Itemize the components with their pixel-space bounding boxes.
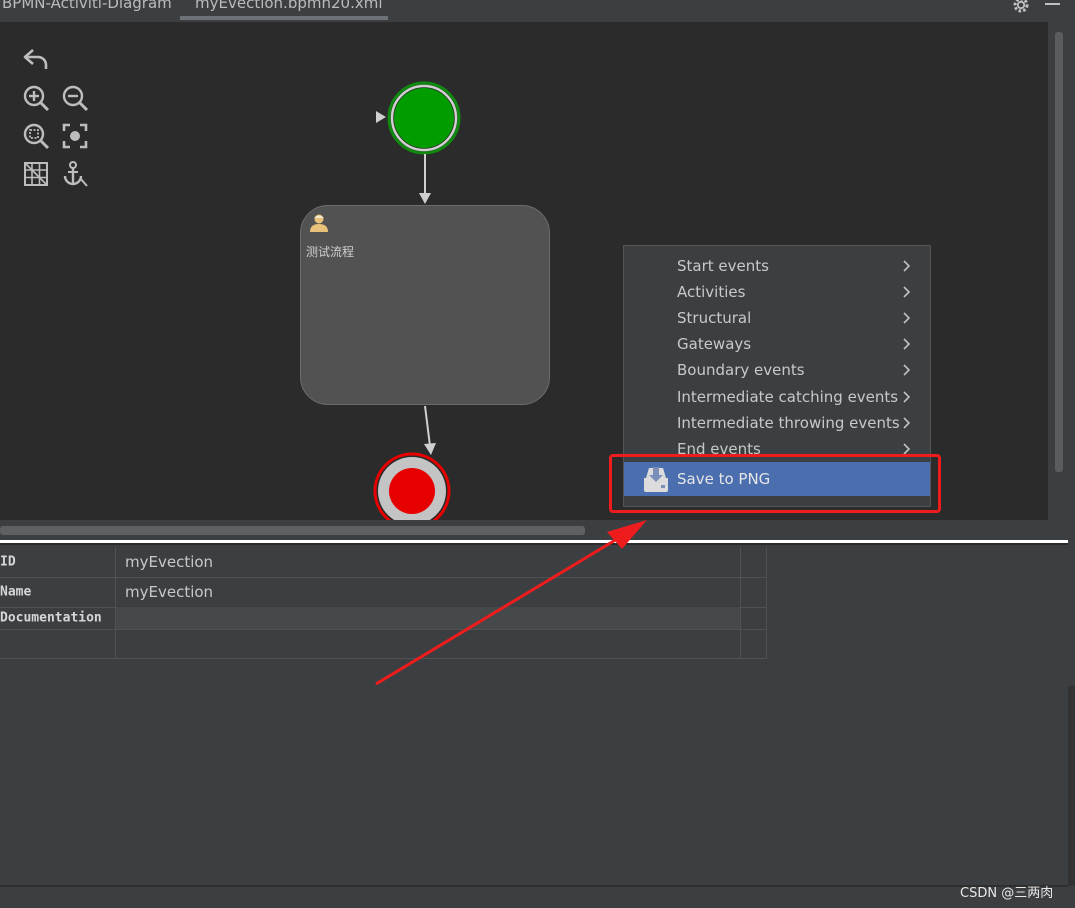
property-key: ID xyxy=(0,547,116,577)
tab-bpmn-activiti-diagram[interactable]: BPMN-Activiti-Diagram xyxy=(2,0,172,12)
table-row: ID myEvection xyxy=(0,547,767,578)
chevron-right-icon xyxy=(903,364,911,376)
start-marker xyxy=(376,111,386,123)
vertical-scroll-thumb[interactable] xyxy=(1055,32,1063,472)
menu-item-boundary-events[interactable]: Boundary events xyxy=(624,357,930,383)
tab-myevection-xml[interactable]: myEvection.bpmn20.xml xyxy=(195,0,383,12)
end-event xyxy=(389,468,435,514)
chevron-right-icon xyxy=(903,312,911,324)
chevron-right-icon xyxy=(903,391,911,403)
chevron-right-icon xyxy=(903,417,911,429)
sequence-flow-2-arrow xyxy=(424,443,436,455)
start-event xyxy=(394,88,454,148)
chevron-right-icon xyxy=(903,338,911,350)
sequence-flow-2 xyxy=(424,405,431,447)
menu-item-structural[interactable]: Structural xyxy=(624,305,930,331)
user-task[interactable]: 测试流程 xyxy=(300,205,550,405)
table-row: Documentation xyxy=(0,607,767,630)
property-value-id[interactable]: myEvection xyxy=(116,547,741,577)
chevron-right-icon xyxy=(903,260,911,272)
watermark: CSDN @三两肉 xyxy=(960,886,1054,901)
tab-bar: BPMN-Activiti-Diagram myEvection.bpmn20.… xyxy=(0,0,1075,22)
menu-item-intermediate-throwing-events[interactable]: Intermediate throwing events xyxy=(624,410,930,436)
horizontal-scroll-thumb[interactable] xyxy=(0,526,585,535)
status-bar xyxy=(0,887,1068,908)
property-value-documentation[interactable] xyxy=(116,607,741,629)
menu-item-activities[interactable]: Activities xyxy=(624,279,930,305)
table-row xyxy=(0,629,767,659)
minimize-icon[interactable] xyxy=(1044,0,1062,18)
sequence-flow-1-arrow xyxy=(419,193,431,204)
menu-item-start-events[interactable]: Start events xyxy=(624,253,930,279)
property-value-name[interactable]: myEvection xyxy=(116,577,741,607)
gear-icon[interactable] xyxy=(1012,0,1030,18)
user-icon xyxy=(308,212,330,234)
chevron-right-icon xyxy=(903,286,911,298)
active-tab-indicator xyxy=(180,16,388,20)
panel-splitter-shadow xyxy=(0,543,1068,545)
menu-item-gateways[interactable]: Gateways xyxy=(624,331,930,357)
task-label: 测试流程 xyxy=(306,245,355,259)
property-key: Documentation xyxy=(0,607,116,629)
property-key: Name xyxy=(0,577,116,607)
annotation-highlight-box xyxy=(609,454,941,513)
table-row: Name myEvection xyxy=(0,577,767,608)
menu-item-intermediate-catching-events[interactable]: Intermediate catching events xyxy=(624,384,930,410)
